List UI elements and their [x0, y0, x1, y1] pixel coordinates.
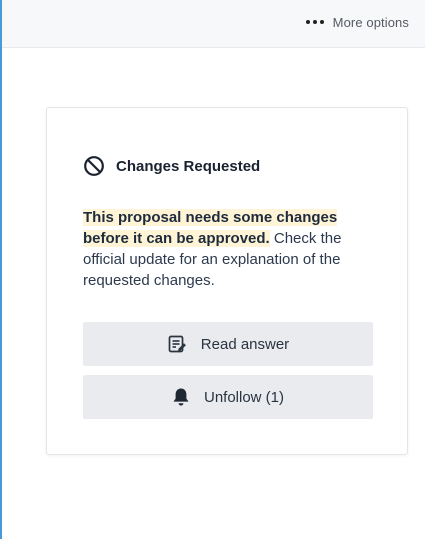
status-title: Changes Requested [116, 157, 261, 175]
bell-icon [172, 387, 190, 407]
prohibited-icon [83, 155, 105, 177]
status-header: Changes Requested [83, 155, 260, 177]
top-bar: More options [2, 0, 425, 48]
ellipsis-icon [305, 20, 324, 24]
read-answer-label: Read answer [200, 335, 290, 353]
unfollow-label: Unfollow (1) [203, 388, 285, 406]
read-answer-button[interactable]: Read answer [83, 322, 373, 366]
unfollow-button[interactable]: Unfollow (1) [83, 375, 373, 419]
document-edit-icon [167, 334, 187, 354]
more-options-button[interactable]: More options [305, 12, 409, 32]
app-frame: More options Changes Requested This prop… [0, 0, 425, 539]
status-card: Changes Requested This proposal needs so… [46, 107, 408, 455]
status-message: This proposal needs some changes before … [83, 207, 373, 291]
more-options-label: More options [332, 14, 409, 30]
